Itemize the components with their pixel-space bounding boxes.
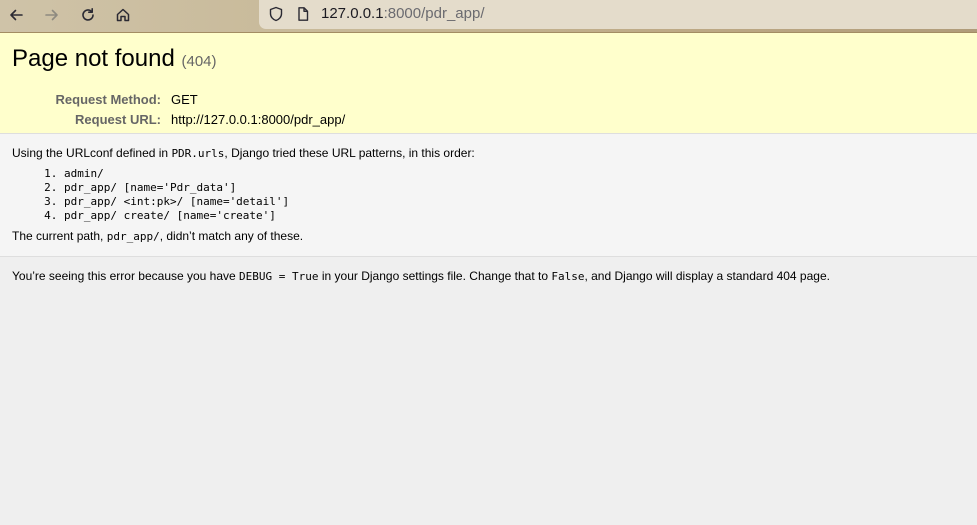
error-summary: Page not found (404) Request Method: GET… (0, 33, 977, 134)
shield-icon[interactable] (268, 6, 284, 22)
intro-text: Using the URLconf defined in (12, 146, 172, 160)
explanation-text: You’re seeing this error because you hav… (12, 269, 965, 284)
false-value: False (551, 270, 585, 283)
current-path-text: The current path, (12, 229, 107, 243)
meta-value: GET (171, 92, 198, 107)
url-pattern-list: admin/ pdr_app/ [name='Pdr_data'] pdr_ap… (12, 167, 965, 223)
explanation-part: , and Django will display a standard 404… (584, 269, 830, 283)
url-path: :8000/pdr_app/ (383, 5, 485, 22)
reload-button[interactable] (75, 3, 101, 27)
url-patterns-info: Using the URLconf defined in PDR.urls, D… (0, 134, 977, 257)
back-button[interactable] (3, 3, 29, 27)
explanation-part: You’re seeing this error because you hav… (12, 269, 240, 283)
list-item: pdr_app/ [name='Pdr_data'] (64, 181, 965, 195)
reload-icon (82, 8, 94, 21)
url-text[interactable]: 127.0.0.1:8000/pdr_app/ (321, 5, 484, 22)
meta-row-url: Request URL: http://127.0.0.1:8000/pdr_a… (12, 110, 965, 130)
explanation-part: in your Django settings file. Change tha… (318, 269, 552, 283)
arrow-right-icon (45, 9, 58, 21)
list-item: admin/ (64, 167, 965, 181)
current-path-note: The current path, pdr_app/, didn’t match… (12, 229, 965, 244)
meta-label: Request Method: (55, 92, 161, 107)
page-icon[interactable] (295, 6, 311, 22)
arrow-left-icon (10, 9, 23, 21)
forward-button[interactable] (39, 3, 65, 27)
intro-text-end: , Django tried these URL patterns, in th… (224, 146, 475, 160)
page-title: Page not found (404) (12, 45, 965, 76)
debug-explanation: You’re seeing this error because you hav… (0, 257, 977, 296)
page-title-text: Page not found (12, 45, 175, 72)
urlconf-intro: Using the URLconf defined in PDR.urls, D… (12, 146, 965, 161)
urlconf-name: PDR.urls (171, 147, 225, 160)
browser-toolbar: 127.0.0.1:8000/pdr_app/ (0, 0, 977, 33)
url-host: 127.0.0.1 (321, 5, 384, 22)
meta-row-method: Request Method: GET (12, 90, 965, 110)
address-bar[interactable]: 127.0.0.1:8000/pdr_app/ (259, 0, 977, 29)
list-item: pdr_app/ create/ [name='create'] (64, 209, 965, 223)
meta-label: Request URL: (75, 112, 161, 127)
home-button[interactable] (110, 3, 136, 27)
debug-setting: DEBUG = True (239, 270, 319, 283)
request-meta-table: Request Method: GET Request URL: http://… (12, 90, 965, 130)
meta-value: http://127.0.0.1:8000/pdr_app/ (171, 112, 346, 127)
list-item: pdr_app/ <int:pk>/ [name='detail'] (64, 195, 965, 209)
current-path: pdr_app/ (106, 230, 160, 243)
home-icon (116, 8, 130, 22)
current-path-text-end: , didn’t match any of these. (159, 229, 304, 243)
status-code: (404) (181, 53, 217, 70)
